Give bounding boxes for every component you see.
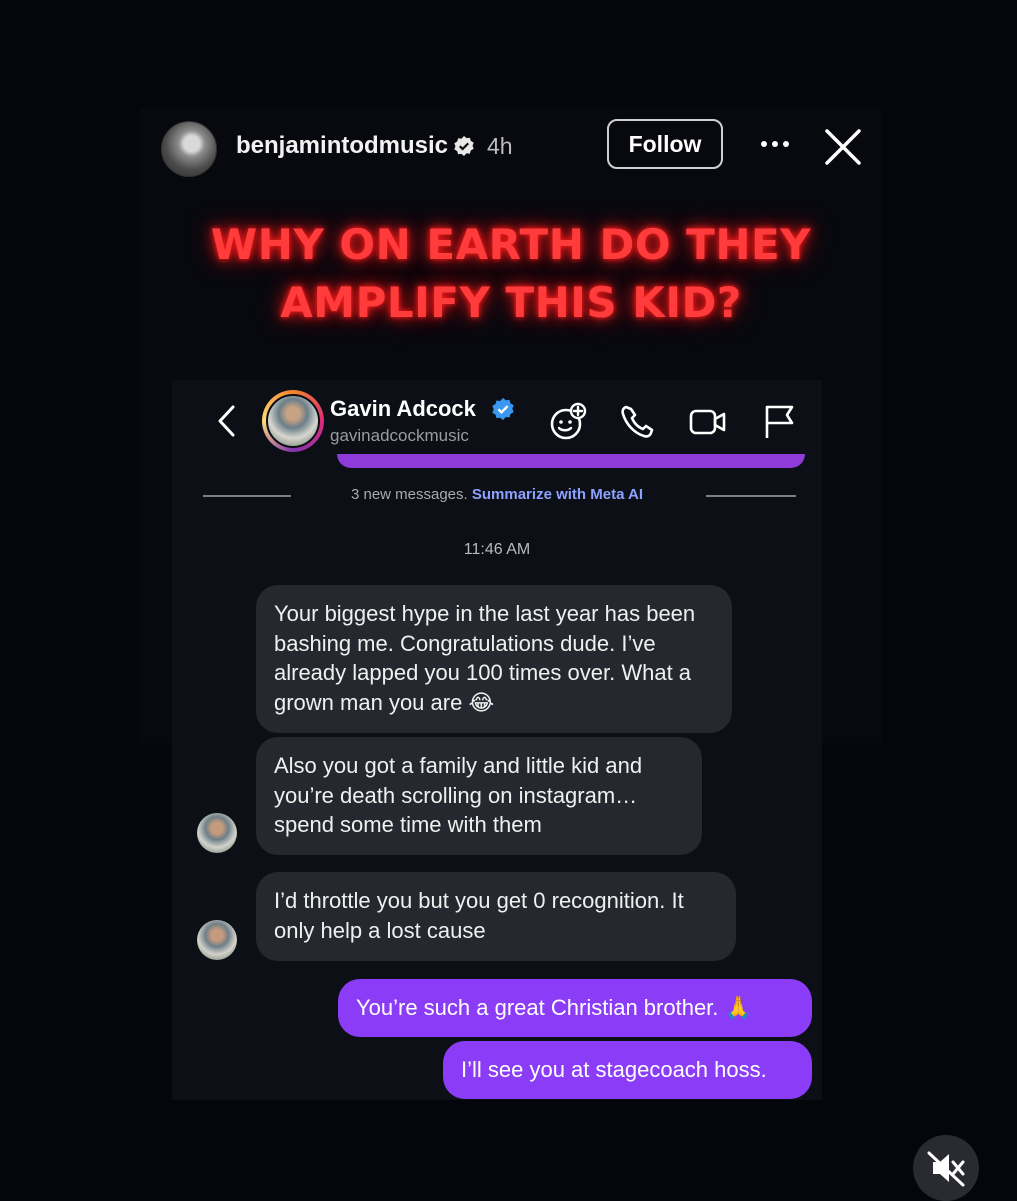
message-text: I’ll see you at stagecoach hoss.: [461, 1057, 767, 1082]
message-text: Also you got a family and little kid and…: [274, 753, 643, 837]
story-headline: WHY ON EARTH DO THEY AMPLIFY THIS KID?: [140, 216, 882, 332]
story-username[interactable]: benjamintodmusic: [236, 132, 448, 160]
close-icon[interactable]: [824, 128, 862, 166]
new-messages-count: 3 new messages.: [350, 486, 468, 503]
story-avatar[interactable]: [161, 121, 217, 177]
contact-name[interactable]: Gavin Adcock: [330, 396, 476, 422]
contact-avatar-small: [197, 813, 237, 853]
headline-line-2: AMPLIFY THIS KID?: [280, 278, 742, 327]
story-time: 4h: [487, 133, 513, 159]
divider-line-right: [706, 495, 796, 497]
message-timestamp: 11:46 AM: [463, 541, 531, 558]
praying-hands-emoji: 🙏: [724, 996, 752, 1021]
story-header: benjamintodmusic 4h Follow: [140, 108, 882, 186]
message-text: You’re such a great Christian brother.: [356, 995, 719, 1020]
dm-screenshot: Gavin Adcock gavinadcockmusic 3 new mess…: [172, 380, 822, 1100]
mute-button[interactable]: [913, 1135, 979, 1201]
summarize-meta-ai-link[interactable]: Summarize with Meta AI: [472, 486, 643, 503]
more-icon[interactable]: [758, 136, 792, 152]
verified-badge-icon: [454, 136, 474, 156]
message-bubble-outgoing[interactable]: I’ll see you at stagecoach hoss.: [443, 1041, 812, 1099]
verified-badge-icon: [492, 398, 514, 420]
message-bubble-incoming[interactable]: Your biggest hype in the last year has b…: [256, 585, 732, 733]
mute-icon: [927, 1151, 965, 1187]
video-icon[interactable]: [688, 402, 728, 442]
contact-avatar[interactable]: [266, 394, 320, 448]
message-bubble-outgoing[interactable]: You’re such a great Christian brother. 🙏: [338, 979, 812, 1037]
contact-avatar-small: [197, 920, 237, 960]
flag-icon[interactable]: [760, 402, 800, 442]
message-bubble-incoming[interactable]: I’d throttle you but you get 0 recogniti…: [256, 872, 736, 961]
headline-line-1: WHY ON EARTH DO THEY: [210, 220, 812, 269]
dm-header: Gavin Adcock gavinadcockmusic: [172, 380, 822, 462]
message-bubble-incoming[interactable]: Also you got a family and little kid and…: [256, 737, 702, 855]
follow-button[interactable]: Follow: [607, 119, 723, 169]
back-icon[interactable]: [216, 404, 238, 438]
message-text: I’d throttle you but you get 0 recogniti…: [274, 888, 684, 943]
ai-sticker-icon[interactable]: [548, 402, 588, 442]
new-messages-divider: 3 new messages. Summarize with Meta AI: [172, 484, 822, 508]
laughing-emoji: 😂: [468, 690, 495, 716]
phone-icon[interactable]: [618, 402, 658, 442]
previous-message-bubble-edge: [337, 454, 805, 468]
contact-handle: gavinadcockmusic: [330, 426, 469, 445]
